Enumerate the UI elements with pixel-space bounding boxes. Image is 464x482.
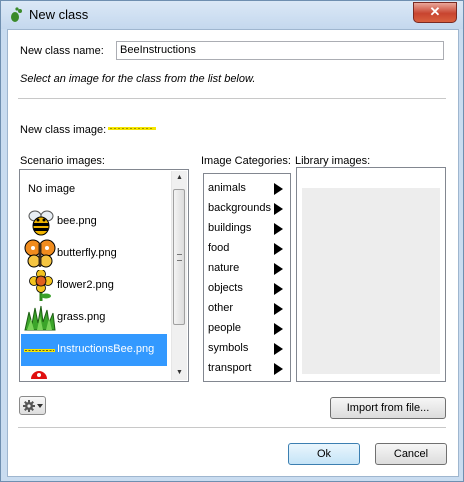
category-label: animals — [208, 182, 246, 194]
dialog-content: New class name: Select an image for the … — [7, 29, 459, 477]
scroll-up-icon[interactable]: ▲ — [172, 171, 187, 185]
image-categories-label: Image Categories: — [201, 155, 291, 167]
list-item-grass[interactable]: grass.png — [21, 302, 167, 334]
list-item-instructionsbee[interactable]: InstructionsBee.png — [21, 334, 167, 366]
submenu-arrow-icon — [274, 203, 283, 215]
scenario-images-label: Scenario images: — [20, 155, 105, 167]
category-label: buildings — [208, 222, 252, 234]
butterfly-icon — [24, 239, 56, 268]
list-item-no-image[interactable]: No image — [21, 174, 167, 206]
category-item-objects[interactable]: objects — [208, 279, 286, 299]
category-item-other[interactable]: other — [208, 299, 286, 319]
category-item-backgrounds[interactable]: backgrounds — [208, 199, 286, 219]
divider — [18, 98, 446, 99]
category-label: nature — [208, 262, 240, 274]
divider — [18, 427, 446, 428]
ok-button[interactable]: Ok — [288, 443, 360, 465]
category-item-nature[interactable]: nature — [208, 259, 286, 279]
list-item-butterfly[interactable]: butterfly.png — [21, 238, 167, 270]
category-item-buildings[interactable]: buildings — [208, 219, 286, 239]
settings-button[interactable] — [19, 396, 46, 415]
bee-icon — [28, 210, 54, 236]
library-images-label: Library images: — [295, 155, 371, 167]
submenu-arrow-icon — [274, 183, 283, 195]
submenu-arrow-icon — [274, 263, 283, 275]
submenu-arrow-icon — [274, 243, 283, 255]
hint-text: Select an image for the class from the l… — [20, 73, 256, 85]
category-item-transport[interactable]: transport — [208, 359, 286, 379]
image-categories-list[interactable]: animals backgrounds buildings food nature obj… — [203, 173, 291, 382]
scenario-scrollbar[interactable]: ▲ ▼ — [171, 171, 187, 380]
category-label: objects — [208, 282, 243, 294]
category-item-people[interactable]: people — [208, 319, 286, 339]
library-images-area — [302, 188, 440, 374]
title-bar[interactable]: New class ✕ — [1, 1, 463, 29]
submenu-arrow-icon — [274, 323, 283, 335]
category-item-animals[interactable]: animals — [208, 179, 286, 199]
submenu-arrow-icon — [274, 343, 283, 355]
category-label: transport — [208, 362, 252, 374]
close-button[interactable]: ✕ — [413, 2, 457, 23]
submenu-arrow-icon — [274, 223, 283, 235]
category-label: people — [208, 322, 242, 334]
chevron-down-icon — [37, 404, 43, 408]
scroll-down-icon[interactable]: ▼ — [172, 366, 187, 380]
grass-icon — [24, 305, 56, 331]
submenu-arrow-icon — [274, 363, 283, 375]
class-name-label: New class name: — [20, 45, 104, 57]
class-image-label: New class image: — [20, 124, 107, 136]
list-item-bee[interactable]: bee.png — [21, 206, 167, 238]
greenfoot-icon — [11, 7, 22, 22]
instructions-bee-icon — [24, 349, 55, 352]
category-label: food — [208, 242, 230, 254]
list-item-flower2[interactable]: flower2.png — [21, 270, 167, 302]
scenario-images-list[interactable]: No image bee.png butterfly.png flower2.p… — [19, 169, 189, 382]
class-image-preview — [108, 127, 156, 130]
category-label: backgrounds — [208, 202, 271, 214]
category-label: symbols — [208, 342, 249, 354]
flower-icon — [29, 270, 53, 301]
ladybug-icon — [31, 371, 47, 379]
scroll-thumb[interactable] — [173, 189, 185, 325]
window-title: New class — [29, 7, 89, 22]
category-item-symbols[interactable]: symbols — [208, 339, 286, 359]
library-images-list[interactable] — [296, 167, 446, 382]
gear-icon — [23, 400, 35, 412]
category-label: other — [208, 302, 234, 314]
submenu-arrow-icon — [274, 283, 283, 295]
submenu-arrow-icon — [274, 303, 283, 315]
import-from-file-button[interactable]: Import from file... — [330, 397, 446, 419]
class-name-input[interactable] — [116, 41, 444, 60]
category-item-food[interactable]: food — [208, 239, 286, 259]
cancel-button[interactable]: Cancel — [375, 443, 447, 465]
dialog-window: New class ✕ New class name: Select an im… — [0, 0, 464, 482]
